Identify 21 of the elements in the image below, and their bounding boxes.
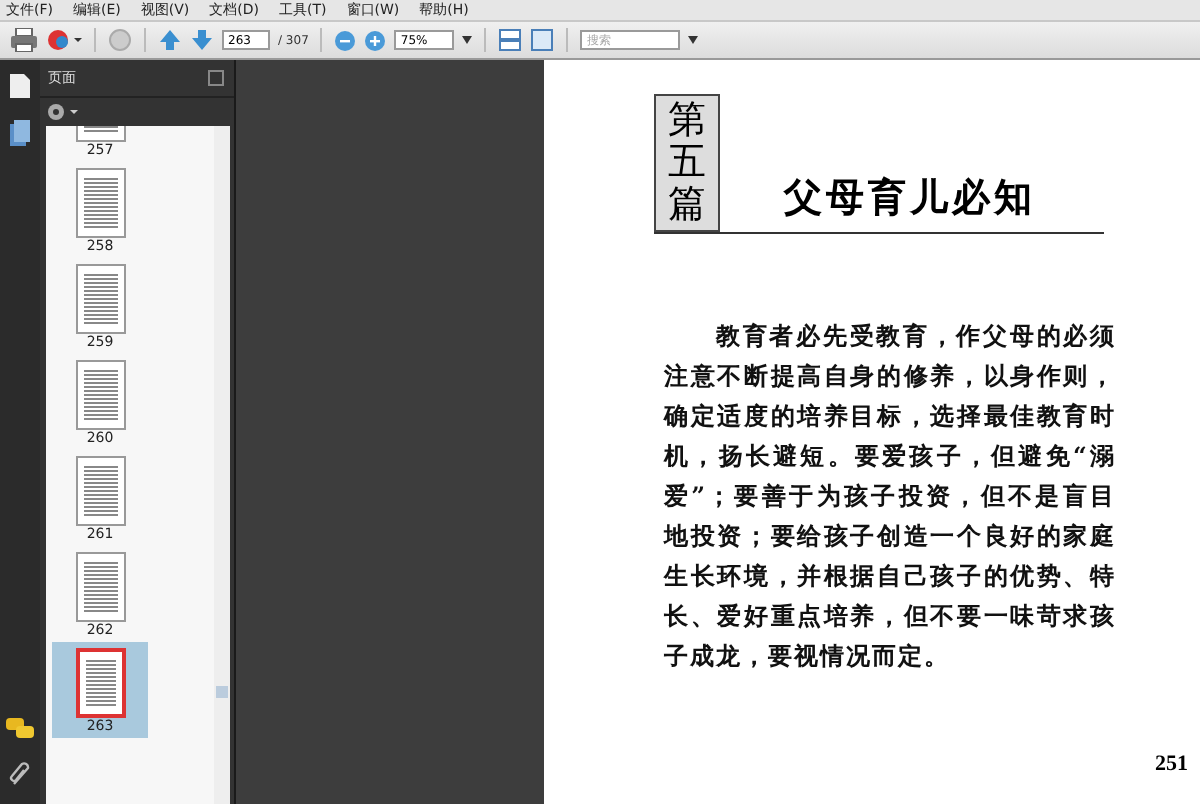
down-arrow-icon[interactable] — [190, 28, 214, 52]
paperclip-icon[interactable] — [8, 760, 32, 788]
options-gear-icon[interactable] — [46, 102, 78, 122]
scrollbar[interactable] — [214, 126, 230, 804]
panel-menu-button[interactable] — [208, 70, 224, 86]
fit-width-icon[interactable] — [498, 28, 523, 52]
page-number: 251 — [1155, 752, 1188, 776]
body-paragraph: 教育者必先受教育，作父母的必须注意不断提高自身的修养，以身作则，确定适度的培养目标，选择最佳教育时机，扬长避短。要爱孩子，但避免“溺爱”；要善于为孩子投资，但不是盲目地投资；要给孩子创造一个良好的家庭生长环境，并根据自己孩子的优势、特长、爱好重点培养，但不要一味苛求孩子成龙，要视情况而定。 — [664, 319, 1116, 674]
dropdown-caret-icon[interactable] — [462, 36, 473, 44]
printer-icon[interactable] — [10, 28, 38, 52]
comments-icon[interactable] — [6, 718, 34, 740]
zoom-out-icon[interactable] — [334, 29, 357, 51]
up-arrow-icon[interactable] — [158, 28, 182, 52]
part-label: 第五篇 — [654, 94, 720, 232]
zoom-in-icon[interactable] — [364, 29, 387, 51]
fit-page-icon[interactable] — [530, 28, 555, 52]
share-icon[interactable] — [46, 28, 82, 52]
dropdown-caret-icon[interactable] — [688, 36, 699, 44]
bookmark-pages-icon[interactable] — [8, 120, 32, 148]
pages-icon[interactable] — [8, 72, 32, 100]
chapter-title: 父母育儿必知 — [784, 173, 1036, 224]
